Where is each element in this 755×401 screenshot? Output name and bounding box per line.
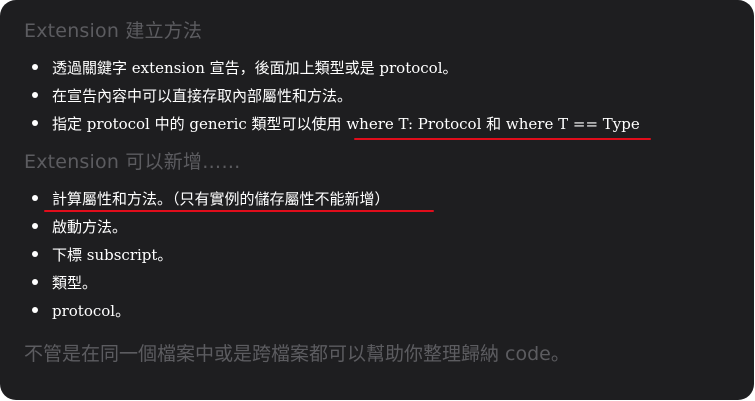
list-item-text: 透過關鍵字 extension 宣告，後面加上類型或是 protocol。 [52, 59, 458, 77]
red-underline-annotation [44, 210, 434, 212]
bullet-dot [32, 279, 38, 285]
list-item-text: 類型。 [52, 274, 98, 292]
list-item-text: 在宣告內容中可以直接存取內部屬性和方法。 [52, 87, 353, 105]
list-item: 下標 subscript。 [30, 244, 390, 272]
bullet-dot [32, 307, 38, 313]
bullet-dot [32, 64, 38, 70]
list-item-text: 指定 protocol 中的 generic 類型可以使用 where T: P… [52, 115, 640, 133]
list-item-text: 啟動方法。 [52, 218, 128, 236]
bullet-dot [32, 195, 38, 201]
list-item: 指定 protocol 中的 generic 類型可以使用 where T: P… [30, 113, 640, 141]
section-heading-additions: Extension 可以新增…… [24, 151, 241, 173]
slide: Extension 建立方法 透過關鍵字 extension 宣告，後面加上類型… [0, 0, 754, 400]
bullet-dot [32, 251, 38, 257]
summary-footer: 不管是在同一個檔案中或是跨檔案都可以幫助你整理歸納 code。 [24, 343, 570, 365]
list-item: 類型。 [30, 272, 390, 300]
red-underline-annotation [354, 138, 651, 140]
list-item-text: 下標 subscript。 [52, 246, 173, 264]
bullet-list-additions: 計算屬性和方法。（只有實例的儲存屬性不能新增） 啟動方法。 下標 subscri… [30, 188, 390, 328]
list-item: protocol。 [30, 300, 390, 328]
list-item-text: protocol。 [52, 302, 131, 320]
list-item: 啟動方法。 [30, 216, 390, 244]
list-item-text: 計算屬性和方法。（只有實例的儲存屬性不能新增） [52, 190, 390, 208]
bullet-dot [32, 120, 38, 126]
bullet-dot [32, 92, 38, 98]
bullet-list-create: 透過關鍵字 extension 宣告，後面加上類型或是 protocol。 在宣… [30, 57, 640, 141]
bullet-dot [32, 223, 38, 229]
list-item: 透過關鍵字 extension 宣告，後面加上類型或是 protocol。 [30, 57, 640, 85]
section-heading-create: Extension 建立方法 [24, 20, 203, 42]
list-item: 在宣告內容中可以直接存取內部屬性和方法。 [30, 85, 640, 113]
